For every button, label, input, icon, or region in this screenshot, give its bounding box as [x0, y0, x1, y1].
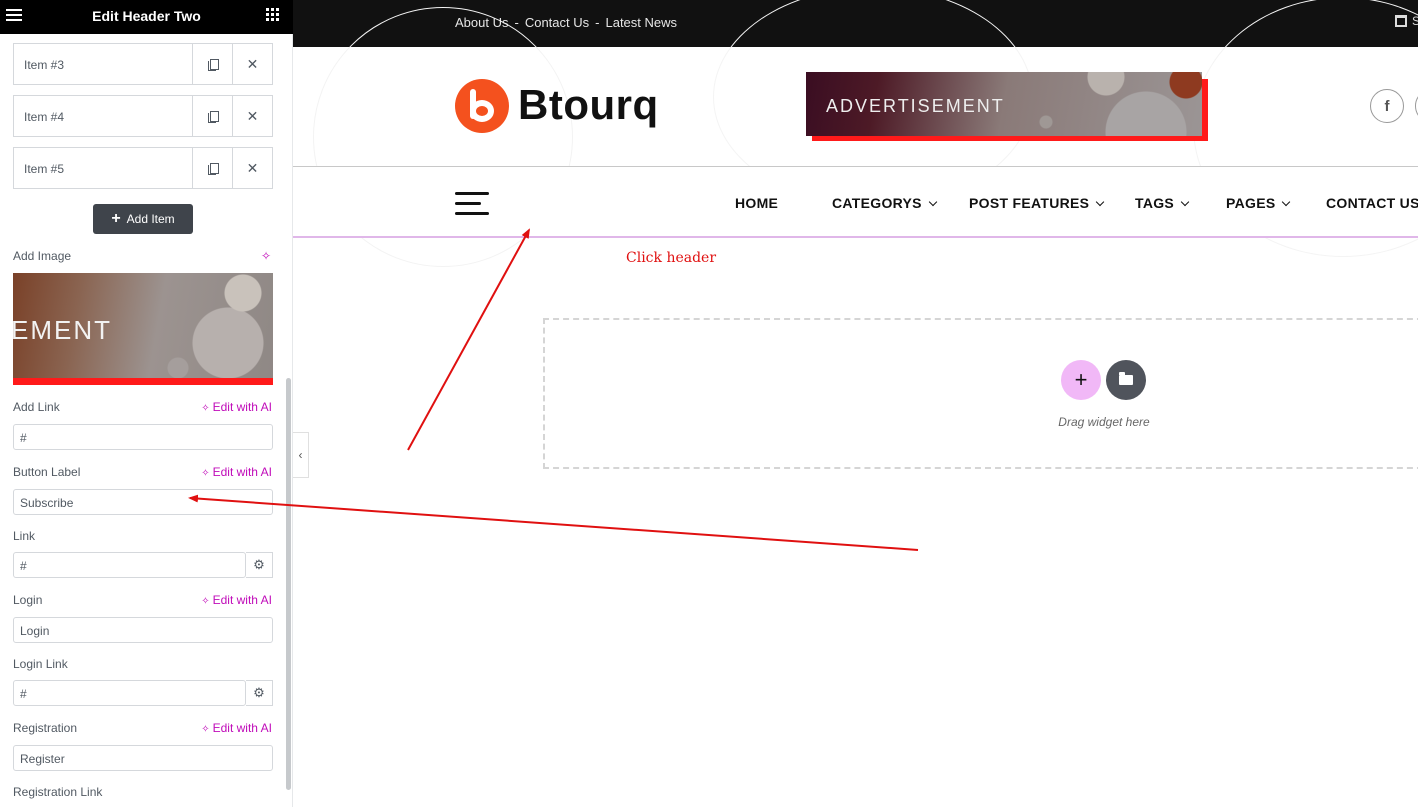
- edit-with-ai-link[interactable]: ✧ Edit with AI: [201, 593, 272, 607]
- button-label-label: Button Label: [13, 465, 81, 479]
- edit-with-ai-link[interactable]: ✧ Edit with AI: [201, 721, 272, 735]
- nav-categorys[interactable]: CATEGORYS: [832, 195, 938, 211]
- ad-banner[interactable]: ADVERTISEMENT: [806, 72, 1202, 136]
- add-item-label: Add Item: [126, 212, 175, 226]
- edit-with-ai-label: Edit with AI: [212, 400, 272, 414]
- close-icon: ✕: [246, 107, 259, 124]
- ai-sparkle-icon: ✧: [201, 596, 210, 607]
- panel-scrollbar[interactable]: [286, 378, 291, 790]
- chevron-down-icon: [1180, 197, 1190, 207]
- nav-home[interactable]: HOME: [735, 195, 778, 211]
- image-preview-text: EMENT: [13, 315, 112, 345]
- topbar-separator: -: [595, 15, 600, 30]
- link-options-button[interactable]: ⚙: [246, 552, 273, 578]
- folder-icon: [1119, 372, 1133, 385]
- add-section-button[interactable]: +: [1061, 360, 1101, 400]
- edit-with-ai-label: Edit with AI: [212, 593, 272, 607]
- image-preview[interactable]: EMENT: [13, 273, 273, 385]
- chevron-down-icon: [928, 197, 938, 207]
- panel-header: Edit Header Two: [0, 0, 293, 34]
- remove-button[interactable]: ✕: [232, 96, 272, 136]
- drop-zone-text: Drag widget here: [1058, 415, 1150, 429]
- add-link-input[interactable]: #: [13, 424, 273, 450]
- login-label: Login: [13, 593, 43, 607]
- hamburger-icon[interactable]: [455, 192, 489, 218]
- widget-drop-zone[interactable]: + Drag widget here: [543, 318, 1418, 469]
- topbar-separator: -: [514, 15, 519, 30]
- add-item-button[interactable]: + Add Item: [93, 204, 193, 234]
- login-link-label: Login Link: [13, 657, 68, 671]
- remove-button[interactable]: ✕: [232, 44, 272, 84]
- repeater-item[interactable]: Item #3 ✕: [13, 43, 273, 85]
- facebook-icon[interactable]: f: [1370, 89, 1404, 123]
- logo-icon[interactable]: [455, 79, 509, 133]
- repeater-item[interactable]: Item #4 ✕: [13, 95, 273, 137]
- gear-icon: ⚙: [253, 557, 265, 572]
- login-input[interactable]: Login: [13, 617, 273, 643]
- nav-post-features[interactable]: POST FEATURES: [969, 195, 1105, 211]
- topbar-link-news[interactable]: Latest News: [605, 15, 677, 30]
- add-image-label: Add Image: [13, 249, 72, 263]
- copy-icon: [208, 58, 219, 71]
- chevron-down-icon: [1096, 197, 1105, 207]
- registration-label: Registration: [13, 721, 78, 735]
- nav-contact-us[interactable]: CONTACT US: [1326, 195, 1418, 211]
- edit-with-ai-label: Edit with AI: [212, 721, 272, 735]
- site-navbar[interactable]: HOME CATEGORYS POST FEATURES TAGS PAGES …: [293, 166, 1418, 238]
- login-link-options-button[interactable]: ⚙: [246, 680, 273, 706]
- registration-link-label: Registration Link: [13, 785, 103, 799]
- duplicate-button[interactable]: [192, 148, 232, 188]
- ai-sparkle-icon: ✧: [201, 724, 210, 735]
- close-icon: ✕: [246, 159, 259, 176]
- image-preview-accent: [13, 378, 273, 385]
- repeater-item-label[interactable]: Item #4: [14, 96, 192, 136]
- editor-panel: Edit Header Two Item #3 ✕ Item #4 ✕ Item…: [0, 0, 293, 807]
- ad-banner-text: ADVERTISEMENT: [826, 96, 1005, 116]
- nav-pages[interactable]: PAGES: [1226, 195, 1291, 211]
- nav-tags[interactable]: TAGS: [1135, 195, 1190, 211]
- chevron-down-icon: [1282, 197, 1291, 207]
- panel-title: Edit Header Two: [92, 8, 201, 24]
- topbar-link-contact[interactable]: Contact Us: [525, 15, 589, 30]
- collapse-panel-button[interactable]: ‹: [293, 432, 309, 478]
- gear-icon: ⚙: [253, 685, 265, 700]
- widgets-grid-icon[interactable]: [266, 8, 279, 21]
- close-icon: ✕: [246, 55, 259, 72]
- template-library-button[interactable]: [1106, 360, 1146, 400]
- ai-sparkle-icon[interactable]: ✧: [261, 249, 271, 263]
- plus-icon: +: [111, 210, 121, 227]
- link-label: Link: [13, 529, 36, 543]
- copy-icon: [208, 162, 219, 175]
- duplicate-button[interactable]: [192, 96, 232, 136]
- chevron-left-icon: ‹: [298, 448, 303, 462]
- login-link-input[interactable]: #: [13, 680, 246, 706]
- repeater-item[interactable]: Item #5 ✕: [13, 147, 273, 189]
- link-input[interactable]: #: [13, 552, 246, 578]
- repeater-item-label[interactable]: Item #3: [14, 44, 192, 84]
- add-link-label: Add Link: [13, 400, 60, 414]
- remove-button[interactable]: ✕: [232, 148, 272, 188]
- annotation-text: Click header: [626, 250, 717, 266]
- duplicate-button[interactable]: [192, 44, 232, 84]
- button-label-input[interactable]: Subscribe: [13, 489, 273, 515]
- repeater-item-label[interactable]: Item #5: [14, 148, 192, 188]
- edit-with-ai-link[interactable]: ✧ Edit with AI: [201, 400, 272, 414]
- ai-sparkle-icon: ✧: [201, 468, 210, 479]
- site-header[interactable]: Btourq ADVERTISEMENT f: [293, 0, 1418, 267]
- edit-with-ai-link[interactable]: ✧ Edit with AI: [201, 465, 272, 479]
- copy-icon: [208, 110, 219, 123]
- edit-with-ai-label: Edit with AI: [212, 465, 272, 479]
- ai-sparkle-icon: ✧: [201, 403, 210, 414]
- logo-text[interactable]: Btourq: [518, 81, 659, 129]
- arrow-to-button-label: [188, 494, 919, 551]
- registration-input[interactable]: Register: [13, 745, 273, 771]
